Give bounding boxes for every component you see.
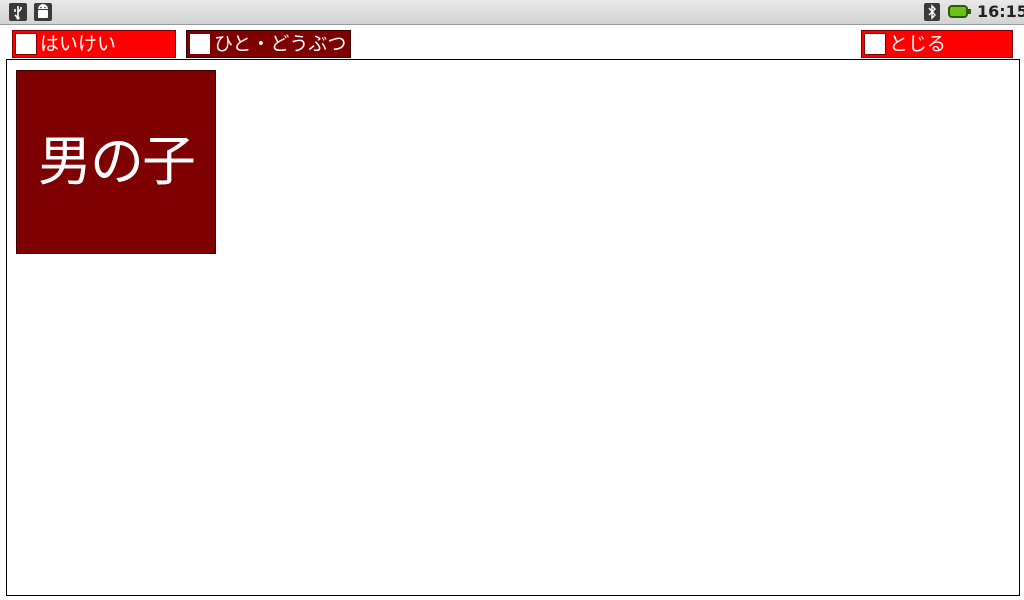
- tab-haikei-checkbox[interactable]: [15, 33, 37, 55]
- battery-tip: [968, 9, 971, 14]
- tab-hito-doubutsu-label: ひと・どうぶつ: [214, 33, 347, 55]
- usb-icon: [9, 3, 27, 21]
- tile-boy-label: 男の子: [38, 130, 196, 193]
- close-tab-checkbox[interactable]: [864, 33, 886, 55]
- battery-icon: [948, 5, 968, 18]
- bluetooth-icon: [924, 3, 940, 21]
- status-bar: 16:15: [0, 0, 1024, 25]
- close-tab-button[interactable]: とじる: [861, 30, 1013, 58]
- android-debug-icon: [34, 3, 52, 21]
- status-clock: 16:15: [977, 2, 1024, 21]
- tab-haikei[interactable]: はいけい: [12, 30, 176, 58]
- tab-hito-doubutsu[interactable]: ひと・どうぶつ: [186, 30, 351, 58]
- tab-haikei-label: はいけい: [40, 33, 117, 55]
- tile-boy[interactable]: 男の子: [16, 70, 216, 254]
- tab-hito-doubutsu-checkbox[interactable]: [189, 33, 211, 55]
- close-tab-label: とじる: [889, 33, 947, 55]
